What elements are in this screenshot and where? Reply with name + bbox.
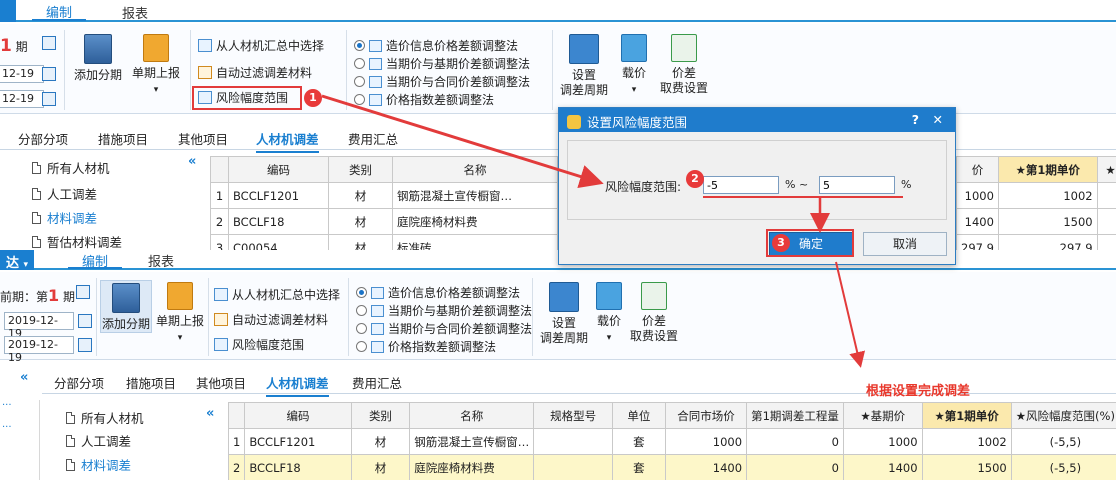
annotation-arrows	[321, 94, 866, 368]
arrow-3	[835, 261, 866, 368]
annotation-note: 根据设置完成调差	[866, 384, 971, 399]
arrow-1	[321, 94, 604, 189]
